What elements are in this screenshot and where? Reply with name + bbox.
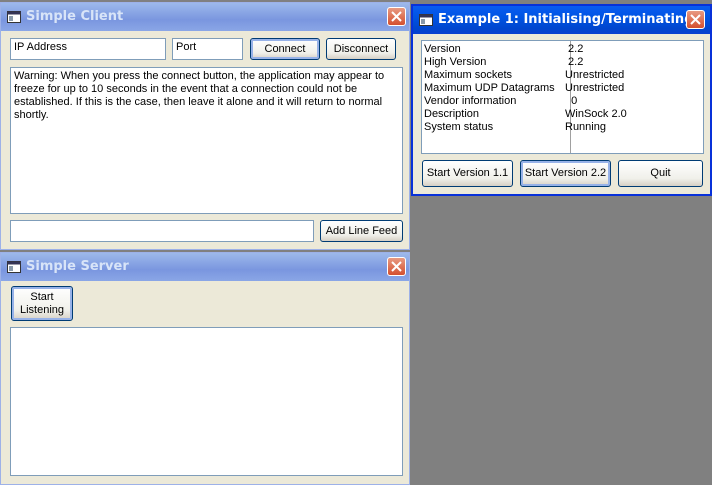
info-label: High Version	[424, 56, 487, 68]
info-labels-column: Version High Version Maximum sockets Max…	[424, 43, 555, 134]
window-title: Simple Server	[26, 259, 129, 274]
window-title: Simple Client	[26, 9, 124, 24]
client-log-textarea[interactable]: Warning: When you press the connect butt…	[10, 67, 403, 214]
window-icon	[7, 11, 21, 23]
quit-button[interactable]: Quit	[618, 160, 703, 187]
simple-client-titlebar[interactable]: Simple Client	[1, 3, 409, 31]
start-listening-button[interactable]: Start Listening	[11, 286, 73, 321]
info-value: Unrestricted	[565, 82, 625, 94]
info-label: Version	[424, 43, 461, 55]
info-label: Maximum sockets	[424, 69, 513, 81]
winsock-info-list[interactable]: Version High Version Maximum sockets Max…	[421, 40, 704, 154]
start-listening-label-line2: Listening	[19, 303, 65, 316]
connect-button[interactable]: Connect	[250, 38, 320, 60]
info-label: Maximum UDP Datagrams	[424, 82, 555, 94]
info-label: Description	[424, 108, 480, 120]
start-version-2-2-button[interactable]: Start Version 2.2	[520, 160, 611, 187]
info-label: System status	[424, 121, 494, 133]
start-version-1-1-button[interactable]: Start Version 1.1	[422, 160, 513, 187]
close-button[interactable]	[387, 257, 406, 276]
window-icon	[7, 261, 21, 273]
simple-server-titlebar[interactable]: Simple Server	[1, 253, 409, 281]
example-window: Example 1: Initialising/Terminating Vers…	[411, 4, 712, 196]
start-listening-label-line1: Start	[30, 290, 54, 303]
close-icon	[391, 11, 402, 22]
server-log-textarea[interactable]	[10, 327, 403, 476]
info-label: Vendor information	[424, 95, 517, 107]
simple-client-window: Simple Client IP Address Port Connect Di…	[0, 2, 410, 250]
info-value: Unrestricted	[565, 69, 625, 81]
info-value: WinSock 2.0	[565, 108, 627, 120]
info-value: 2.2	[565, 56, 584, 68]
window-icon	[419, 14, 433, 26]
disconnect-button[interactable]: Disconnect	[326, 38, 396, 60]
info-values-column: 2.2 2.2 Unrestricted Unrestricted 0 WinS…	[565, 43, 627, 134]
close-button[interactable]	[387, 7, 406, 26]
close-icon	[391, 261, 402, 272]
port-input[interactable]: Port	[172, 38, 243, 60]
info-value: 2.2	[565, 43, 584, 55]
window-title: Example 1: Initialising/Terminating	[438, 12, 694, 27]
send-text-input[interactable]	[10, 220, 314, 242]
info-value: Running	[565, 121, 606, 133]
ip-address-input[interactable]: IP Address	[10, 38, 166, 60]
add-line-feed-button[interactable]: Add Line Feed	[320, 220, 403, 242]
info-value: 0	[565, 95, 578, 107]
simple-server-window: Simple Server Start Listening	[0, 252, 410, 485]
close-button[interactable]	[686, 10, 705, 29]
example-titlebar[interactable]: Example 1: Initialising/Terminating	[413, 6, 710, 34]
close-icon	[690, 14, 701, 25]
